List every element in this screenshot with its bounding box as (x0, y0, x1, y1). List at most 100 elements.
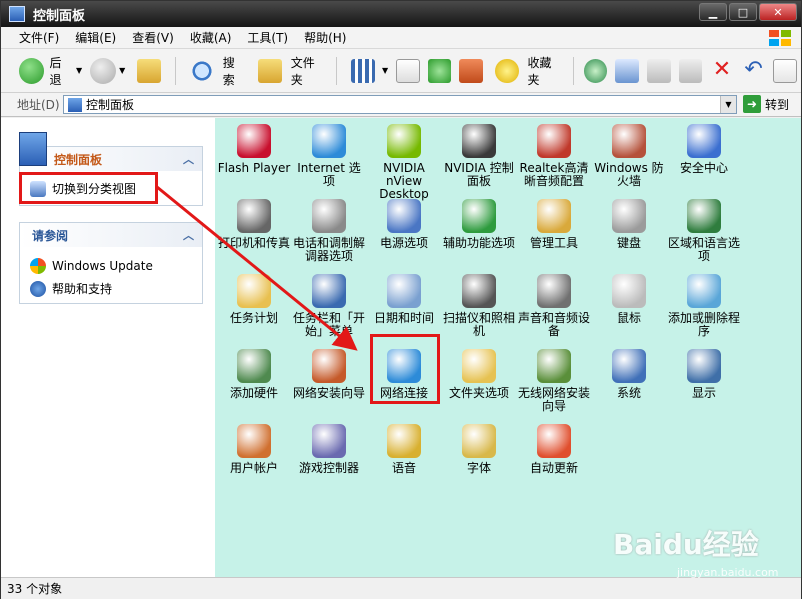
chevron-up-icon[interactable]: ︿ (183, 151, 194, 167)
control-panel-item[interactable]: 自动更新 (517, 424, 591, 475)
favorites-button[interactable]: 收藏夹 (487, 54, 567, 88)
chevron-down-icon[interactable]: ▼ (119, 66, 125, 75)
close-button[interactable]: ✕ (759, 3, 797, 21)
properties-icon[interactable] (773, 58, 797, 83)
control-panel-item[interactable]: 无线网络安装向导 (517, 349, 591, 413)
applet-label: 无线网络安装向导 (517, 386, 590, 413)
applet-label: 电源选项 (379, 236, 428, 250)
paste-icon[interactable] (678, 58, 703, 83)
back-button[interactable]: 后退 ▼ (15, 54, 86, 88)
applet-icon (537, 424, 571, 458)
control-panel-item[interactable]: 任务栏和「开始」菜单 (292, 274, 366, 338)
applet-icon (537, 349, 571, 383)
applet-icon (612, 274, 646, 308)
control-panel-task-header[interactable]: 控制面板 ︿ (20, 147, 202, 171)
menu-edit[interactable]: 编辑(E) (67, 29, 124, 46)
applet-label: 安全中心 (679, 161, 728, 175)
undo-icon[interactable]: ↶ (742, 58, 766, 83)
see-also-header[interactable]: 请参阅 ︿ (20, 223, 202, 247)
applet-icon (687, 199, 721, 233)
forward-button[interactable]: ▼ (86, 54, 129, 88)
applet-icon (462, 199, 496, 233)
control-panel-item[interactable]: 添加或删除程序 (667, 274, 741, 338)
menu-help[interactable]: 帮助(H) (296, 29, 354, 46)
windows-update-link[interactable]: Windows Update (20, 255, 202, 277)
control-panel-item[interactable]: Flash Player (217, 124, 291, 175)
control-panel-item[interactable]: 日期和时间 (367, 274, 441, 325)
go-button[interactable]: ➜ 转到 (743, 95, 789, 113)
menu-view[interactable]: 查看(V) (124, 29, 182, 46)
chevron-down-icon[interactable]: ▼ (76, 66, 82, 75)
windows-update-icon (30, 258, 46, 274)
control-panel-item[interactable]: NVIDIA 控制面板 (442, 124, 516, 188)
control-panel-item[interactable]: 键盘 (592, 199, 666, 250)
search-icon (190, 58, 214, 83)
control-panel-item[interactable]: 系统 (592, 349, 666, 400)
control-panel-item[interactable]: 显示 (667, 349, 741, 400)
control-panel-item[interactable]: Internet 选项 (292, 124, 366, 188)
control-panel-item[interactable]: 添加硬件 (217, 349, 291, 400)
control-panel-item[interactable]: 扫描仪和照相机 (442, 274, 516, 338)
control-panel-item[interactable]: Windows 防火墙 (592, 124, 666, 188)
move-to-icon[interactable] (615, 58, 639, 83)
folders-button[interactable]: 文件夹 (250, 54, 330, 88)
control-panel-item[interactable]: 安全中心 (667, 124, 741, 175)
task-box-title: 请参阅 (32, 228, 69, 243)
windows-logo-icon (769, 30, 791, 46)
copy-to-icon[interactable] (646, 58, 671, 83)
control-panel-item[interactable]: 游戏控制器 (292, 424, 366, 475)
go-arrow-icon: ➜ (743, 95, 761, 113)
menu-file[interactable]: 文件(F) (11, 29, 67, 46)
control-panel-item[interactable]: 字体 (442, 424, 516, 475)
menu-tools[interactable]: 工具(T) (239, 29, 296, 46)
help-and-support-link[interactable]: 帮助和支持 (20, 277, 202, 300)
control-panel-item[interactable]: 语音 (367, 424, 441, 475)
control-panel-item[interactable]: 文件夹选项 (442, 349, 516, 400)
control-panel-item[interactable]: 用户帐户 (217, 424, 291, 475)
up-folder-button[interactable] (129, 54, 169, 88)
menu-favorites[interactable]: 收藏(A) (182, 29, 240, 46)
search-button[interactable]: 搜索 (182, 54, 250, 88)
control-panel-item[interactable]: 声音和音频设备 (517, 274, 591, 338)
history-icon[interactable] (583, 58, 608, 83)
applet-icon (312, 349, 346, 383)
minimize-button[interactable]: ▁ (699, 3, 727, 21)
applet-icon (387, 424, 421, 458)
applet-label: 声音和音频设备 (517, 311, 590, 338)
control-panel-item[interactable]: 辅助功能选项 (442, 199, 516, 250)
delete-doc-icon[interactable] (396, 58, 420, 83)
control-panel-item[interactable]: 区域和语言选项 (667, 199, 741, 263)
control-panel-window: 控制面板 ▁ □ ✕ 文件(F) 编辑(E) 查看(V) 收藏(A) 工具(T)… (0, 0, 802, 599)
control-panel-icon (9, 6, 25, 22)
applet-label: 辅助功能选项 (442, 236, 515, 250)
applet-icon (462, 124, 496, 158)
applet-label: 日期和时间 (373, 311, 434, 325)
applet-icon (687, 349, 721, 383)
control-panel-item[interactable]: Realtek高清晰音频配置 (517, 124, 591, 188)
applet-label: 文件夹选项 (448, 386, 509, 400)
back-arrow-icon (19, 57, 45, 84)
maximize-button[interactable]: □ (729, 3, 757, 21)
delete-icon[interactable]: ✕ (710, 58, 734, 83)
control-panel-item[interactable]: 鼠标 (592, 274, 666, 325)
control-panel-item[interactable]: 任务计划 (217, 274, 291, 325)
control-panel-item[interactable]: 打印机和传真 (217, 199, 291, 250)
title-bar[interactable]: 控制面板 ▁ □ ✕ (1, 1, 801, 27)
chevron-down-icon[interactable]: ▼ (720, 96, 736, 113)
control-panel-item[interactable]: 电源选项 (367, 199, 441, 250)
applet-label: 打印机和传真 (217, 236, 290, 250)
address-input[interactable]: 控制面板 ▼ (63, 95, 737, 114)
applet-label: Internet 选项 (297, 161, 361, 188)
control-panel-item[interactable]: 网络安装向导 (292, 349, 366, 400)
refresh-icon[interactable] (427, 58, 452, 83)
applet-label: 添加或删除程序 (667, 311, 740, 338)
chevron-down-icon[interactable]: ▼ (382, 66, 388, 75)
control-panel-item[interactable]: 管理工具 (517, 199, 591, 250)
views-button[interactable]: ▼ (343, 54, 392, 88)
applet-icon (462, 424, 496, 458)
control-panel-item[interactable]: 电话和调制解调器选项 (292, 199, 366, 263)
home-icon[interactable] (459, 58, 483, 83)
baidu-watermark: Baidu经验 (613, 528, 759, 561)
status-bar: 33 个对象 (1, 577, 801, 599)
chevron-up-icon[interactable]: ︿ (183, 227, 194, 243)
